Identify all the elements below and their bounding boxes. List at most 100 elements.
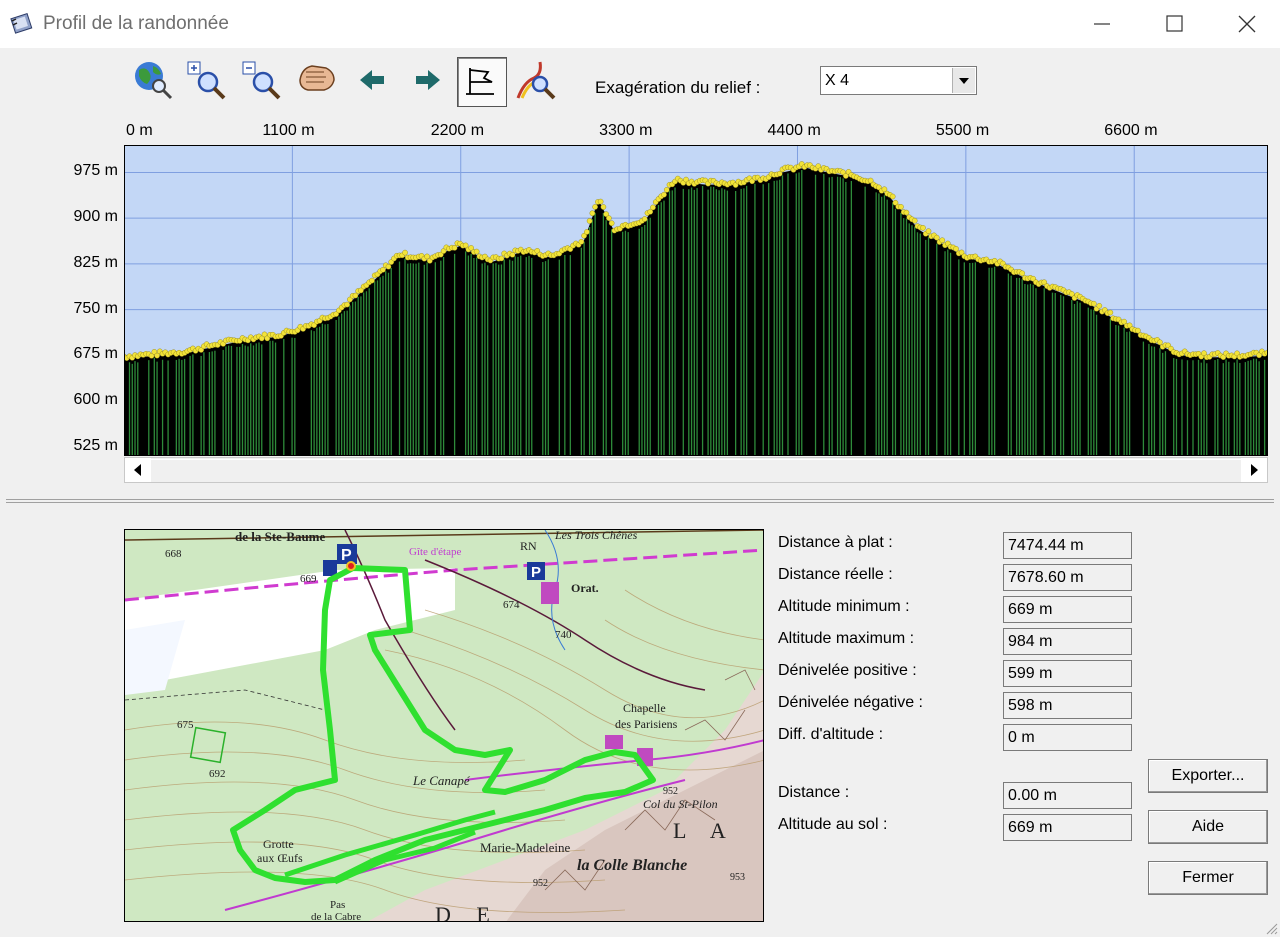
profile-point <box>1135 327 1141 334</box>
map-label: aux Œufs <box>257 851 303 865</box>
globe-zoom-button[interactable] <box>131 58 175 102</box>
profile-point <box>344 301 350 308</box>
resize-grip-icon[interactable] <box>1264 921 1278 935</box>
relief-exaggeration-select[interactable]: X 4 <box>820 66 977 95</box>
x-tick-label: 1100 m <box>262 122 315 139</box>
hand-pan-button[interactable] <box>296 58 340 102</box>
stat-value: 669 m <box>1003 596 1132 623</box>
map-label: 675 <box>177 719 194 731</box>
scroll-right-button[interactable] <box>1241 458 1267 482</box>
chevron-down-icon <box>959 78 969 84</box>
close-dialog-button[interactable]: Fermer <box>1148 861 1268 895</box>
profile-point <box>920 225 926 231</box>
zoom-in-button[interactable] <box>186 58 230 102</box>
profile-point <box>903 209 910 216</box>
maximize-button[interactable] <box>1151 6 1197 42</box>
map-label: 692 <box>209 768 226 780</box>
map-label: la Colle Blanche <box>577 857 687 874</box>
profile-point <box>953 246 959 252</box>
scroll-thumb[interactable] <box>151 459 1241 482</box>
stat-label: Diff. d'altitude : <box>778 726 884 743</box>
profile-point <box>380 266 386 273</box>
route-zoom-button[interactable] <box>514 58 558 102</box>
profile-point <box>586 218 593 224</box>
stat-label: Altitude maximum : <box>778 630 915 647</box>
y-tick-label: 525 m <box>73 436 118 454</box>
profile-point <box>352 292 359 299</box>
profile-point <box>608 220 615 227</box>
x-tick-label: 2200 m <box>430 122 485 139</box>
close-button[interactable] <box>1224 6 1270 42</box>
map-label: D E <box>435 902 500 922</box>
splitter[interactable] <box>6 499 1274 503</box>
window-title: Profil de la randonnée <box>43 13 229 34</box>
arrow-left-icon <box>360 70 384 90</box>
x-tick-label: 6600 m <box>1104 122 1158 139</box>
stat-label: Distance réelle : <box>778 566 893 583</box>
map-label: Chapelle <box>623 701 666 715</box>
profile-point <box>661 191 667 198</box>
globe-zoom-icon <box>135 62 173 100</box>
profile-point <box>650 204 656 211</box>
x-tick-label: 4400 m <box>767 122 821 139</box>
profile-point <box>911 217 918 224</box>
y-tick-label: 675 m <box>73 345 118 363</box>
title-bar: Profil de la randonnée <box>0 0 1280 48</box>
map-label: Col du St-Pilon <box>643 797 718 811</box>
map-label: Marie-Madeleine <box>480 840 570 855</box>
map-label: Grotte <box>263 837 294 851</box>
map-label: 668 <box>165 548 182 560</box>
map-label: 674 <box>503 599 520 611</box>
hand-pan-icon <box>299 65 335 91</box>
profile-point <box>1019 270 1025 277</box>
stat-label: Dénivelée positive : <box>778 662 917 679</box>
maximize-icon <box>1166 15 1183 32</box>
stat-value: 984 m <box>1003 628 1132 655</box>
relief-exaggeration-label: Exagération du relief : <box>595 78 761 97</box>
caret-left-icon <box>134 464 141 476</box>
stat-label: Altitude minimum : <box>778 598 910 615</box>
scroll-left-button[interactable] <box>125 458 151 482</box>
profile-point <box>641 216 648 222</box>
stat-label: Dénivelée négative : <box>778 694 923 711</box>
profile-scrollbar[interactable] <box>124 457 1268 483</box>
y-tick-label: 825 m <box>73 253 118 271</box>
svg-text:P: P <box>531 564 541 581</box>
profile-point <box>385 263 392 270</box>
stat-value: 598 m <box>1003 692 1132 719</box>
map-label: Le Canapé <box>412 773 471 788</box>
export-button[interactable]: Exporter... <box>1148 759 1268 793</box>
cursor-stat-value: 0.00 m <box>1003 782 1132 809</box>
zoom-out-button[interactable] <box>241 58 285 102</box>
next-button[interactable] <box>410 58 454 102</box>
arrow-right-icon <box>416 70 440 90</box>
y-tick-label: 750 m <box>73 299 118 317</box>
map-label: Gîte d'étape <box>409 546 461 558</box>
profile-point <box>498 255 505 262</box>
previous-button[interactable] <box>356 58 400 102</box>
map-label: RN <box>520 539 537 553</box>
profile-point <box>1107 309 1114 316</box>
profile-point <box>1157 339 1163 346</box>
flag-profile-icon <box>466 68 494 95</box>
profile-point <box>606 215 612 221</box>
y-tick-label: 975 m <box>73 162 118 180</box>
x-tick-label: 5500 m <box>935 122 990 139</box>
profile-point <box>597 198 604 205</box>
caret-right-icon <box>1251 464 1258 476</box>
profile-point <box>1091 300 1097 307</box>
map-label: 952 <box>533 878 548 889</box>
zoom-out-icon <box>242 61 281 100</box>
map-label: 669 <box>300 573 317 585</box>
profile-mode-button[interactable] <box>457 57 507 107</box>
route-map[interactable]: P P de la Ste-Baume Gîte d'étape Les Tro… <box>124 529 764 922</box>
minimize-button[interactable] <box>1079 6 1125 42</box>
profile-point <box>589 210 596 217</box>
profile-point <box>1096 303 1103 309</box>
cursor-stat-value: 669 m <box>1003 814 1132 841</box>
dropdown-button[interactable] <box>952 68 975 93</box>
elevation-profile-chart[interactable] <box>124 145 1268 456</box>
profile-point <box>578 238 585 245</box>
help-button[interactable]: Aide <box>1148 810 1268 844</box>
stat-label: Distance à plat : <box>778 534 893 551</box>
